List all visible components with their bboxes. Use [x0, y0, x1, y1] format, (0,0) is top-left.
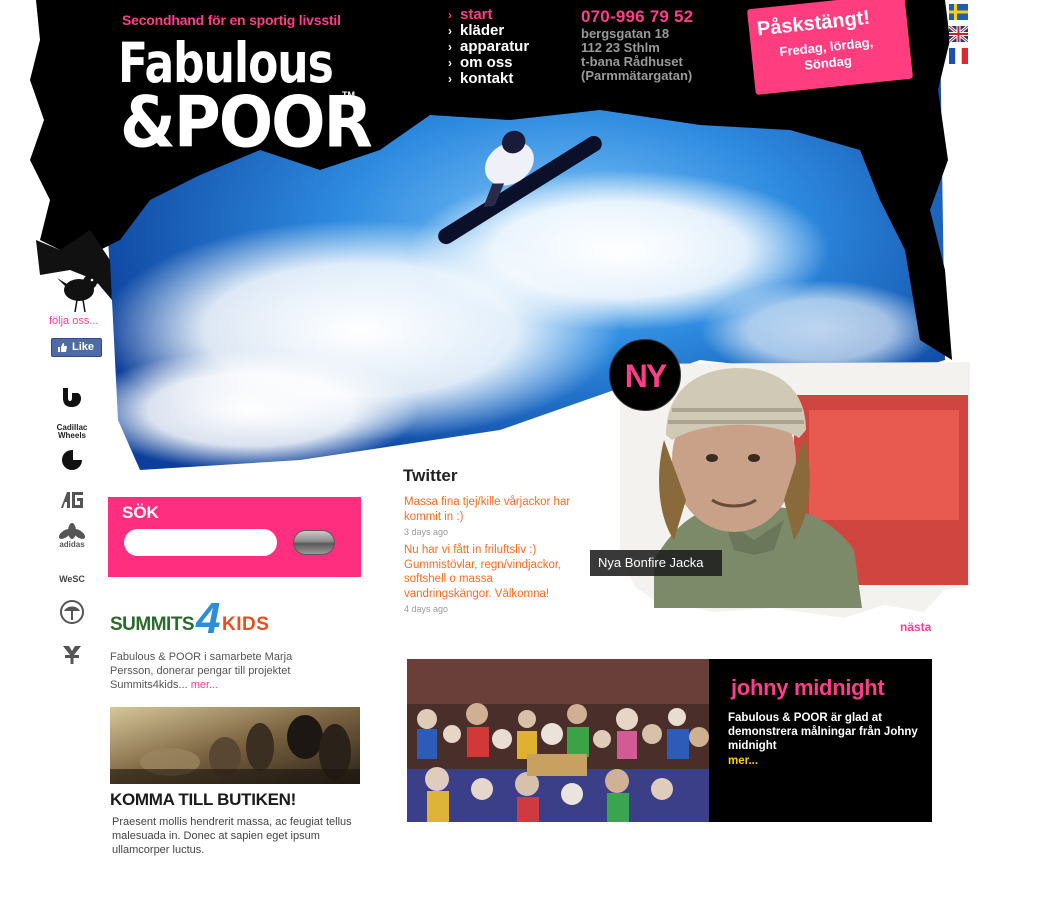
store-crowd-photo[interactable] — [110, 707, 360, 784]
summits4kids-more-link[interactable]: mer... — [191, 679, 219, 691]
search-button[interactable] — [293, 530, 335, 555]
johny-midnight-banner[interactable]: johny midnight Fabulous & POOR är glad a… — [407, 659, 932, 822]
volcom-logo-shape — [63, 646, 81, 664]
burton-icon[interactable] — [56, 384, 88, 412]
adidas-trefoil-shape — [59, 523, 85, 539]
nav-item-label: om oss — [460, 54, 513, 71]
swedish-flag-icon[interactable] — [949, 4, 968, 20]
address-line: t-bana Rådhuset — [581, 54, 683, 69]
logo-trademark: TM — [342, 90, 355, 100]
phone-number[interactable]: 070-996 79 52 — [581, 7, 693, 27]
tweet-text[interactable]: Nu har vi fått in friluftsliv :) Gummist… — [404, 543, 579, 601]
nav-item-label: apparatur — [460, 38, 530, 55]
main-nav: › start › kläder › apparatur › om oss › konta… — [448, 7, 529, 87]
nav-item-label: start — [460, 6, 493, 23]
tweet-text[interactable]: Massa fina tjej/kille vårjackor har komm… — [404, 495, 579, 524]
arbor-logo-shape — [60, 600, 84, 624]
twitter-feed: Massa fina tjej/kille vårjackor har komm… — [404, 495, 579, 620]
nav-item-kontakt[interactable]: › kontakt — [448, 71, 529, 87]
search-label: SÖK — [122, 503, 159, 522]
product-caption[interactable]: Nya Bonfire Jacka — [590, 550, 722, 576]
carhartt-logo-shape — [62, 450, 82, 470]
easter-closed-badge: Påskstängt! Fredag, lördag, Söndag — [746, 0, 914, 96]
french-flag-icon[interactable] — [949, 48, 968, 64]
nav-item-om-oss[interactable]: › om oss — [448, 55, 529, 71]
summits4kids-logo-part1: SUMMITS — [110, 614, 195, 635]
summits4kids-logo[interactable]: SUMMITS 4 KIDS — [110, 594, 280, 646]
uk-flag-icon[interactable] — [949, 26, 968, 42]
chevron-right-icon: › — [448, 40, 452, 54]
shop-description: Praesent mollis hendrerit massa, ac feug… — [112, 816, 352, 856]
johny-midnight-painting — [407, 659, 709, 822]
address-line: 112 23 Sthlm — [581, 40, 660, 55]
summits4kids-logo-part2: KIDS — [222, 614, 270, 635]
nav-item-klader[interactable]: › kläder — [448, 23, 529, 39]
follow-us-link[interactable]: följa oss... — [49, 315, 99, 327]
adidas-text: adidas — [59, 540, 85, 549]
search-box: SÖK — [108, 497, 361, 577]
analog-icon[interactable] — [56, 486, 88, 514]
wesc-text: WeSC — [59, 574, 85, 584]
like-label: Like — [72, 341, 95, 353]
chevron-right-icon: › — [448, 56, 452, 70]
address-line: (Parmmätargatan) — [581, 68, 693, 83]
chevron-right-icon: › — [448, 72, 452, 86]
cadillac-wheels-icon[interactable]: Cadillac Wheels — [56, 418, 88, 446]
johny-midnight-title: johny midnight — [731, 675, 885, 700]
twitter-heading: Twitter — [403, 466, 458, 485]
nav-item-label: kläder — [460, 22, 505, 39]
twitter-bird-icon[interactable] — [55, 268, 105, 318]
cadillac-wheels-text: Cadillac Wheels — [56, 423, 88, 440]
tweet-timestamp: 3 days ago — [404, 527, 449, 537]
address-line: bergsgatan 18 — [581, 26, 670, 41]
summits4kids-description: Fabulous & POOR i samarbete Marja Persso… — [110, 650, 325, 692]
tweet-timestamp: 4 days ago — [404, 604, 449, 614]
new-badge: NY — [609, 339, 681, 411]
language-selector — [949, 4, 968, 70]
facebook-like-button[interactable]: Like — [51, 338, 102, 357]
shop-heading: KOMMA TILL BUTIKEN! — [110, 790, 296, 809]
adidas-icon[interactable]: adidas — [56, 520, 88, 552]
summits4kids-logo-4: 4 — [196, 594, 221, 643]
chevron-right-icon: › — [448, 8, 452, 22]
nav-item-label: kontakt — [460, 70, 514, 87]
next-link[interactable]: nästa — [900, 620, 931, 634]
wesc-icon[interactable]: WeSC — [56, 565, 88, 593]
johny-midnight-description: Fabulous & POOR är glad at demonstrera m… — [728, 712, 918, 752]
contact-info: 070-996 79 52 bergsgatan 18 112 23 Sthlm… — [581, 7, 693, 83]
thumbs-up-icon — [58, 343, 67, 352]
nav-item-apparatur[interactable]: › apparatur — [448, 39, 529, 55]
tweet: Nu har vi fått in friluftsliv :) Gummist… — [404, 543, 579, 615]
arbor-icon[interactable] — [56, 598, 88, 626]
chevron-right-icon: › — [448, 24, 452, 38]
search-input[interactable] — [124, 529, 277, 556]
nav-item-start[interactable]: › start — [448, 7, 529, 23]
tagline: Secondhand för en sportig livsstil — [122, 12, 341, 28]
site-logo[interactable]: Fabulous &POOR TM — [118, 32, 373, 172]
analog-logo-shape — [61, 492, 83, 508]
johny-midnight-more-link[interactable]: mer... — [728, 755, 758, 767]
volcom-icon[interactable] — [56, 641, 88, 669]
logo-line-2: &POOR — [120, 82, 373, 164]
carhartt-icon[interactable] — [56, 446, 88, 474]
tweet: Massa fina tjej/kille vårjackor har komm… — [404, 495, 579, 538]
burton-logo-shape — [63, 388, 82, 407]
